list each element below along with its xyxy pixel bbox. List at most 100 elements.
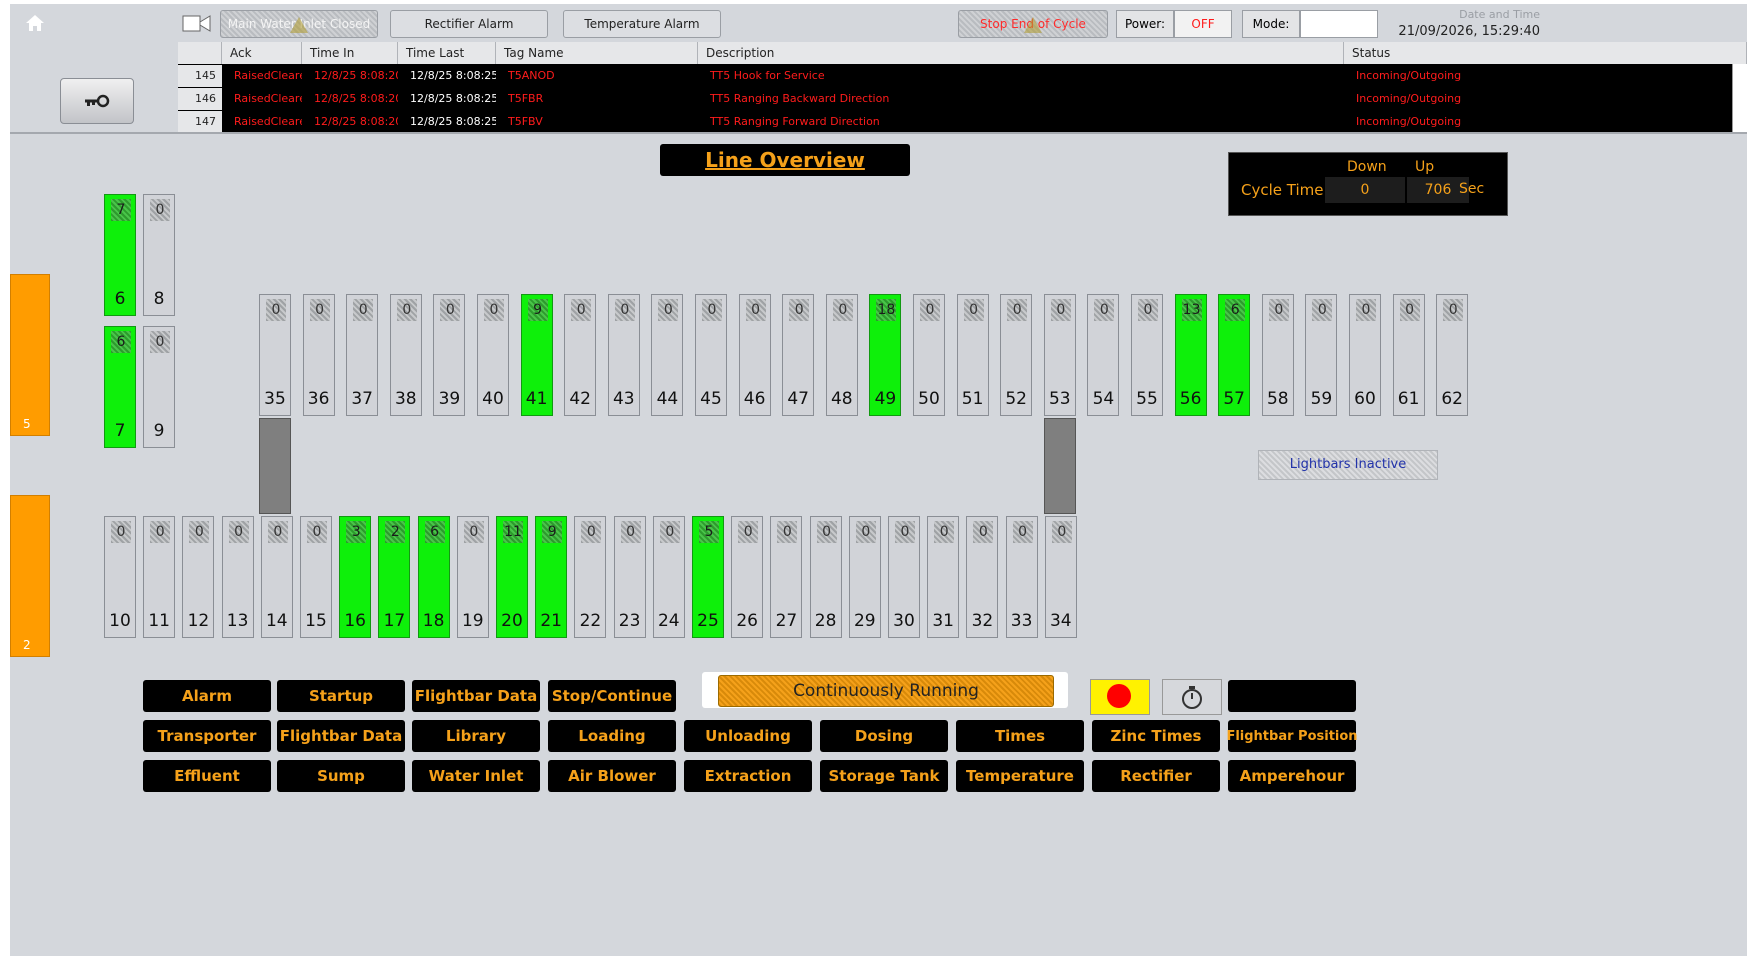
column-header-status[interactable]: Status [1344, 42, 1747, 64]
tank[interactable]: 0 28 [809, 516, 842, 638]
table-row[interactable]: 146 RaisedCleared 12/8/25 8:08:20 12/8/2… [178, 88, 1747, 110]
nav-button-times[interactable]: Times [956, 720, 1084, 752]
nav-button-effluent[interactable]: Effluent [143, 760, 271, 792]
tank[interactable]: 0 48 [825, 294, 858, 416]
alarm-table-scrollbar[interactable] [1732, 64, 1747, 134]
nav-button-zinc-times[interactable]: Zinc Times [1092, 720, 1220, 752]
tank[interactable]: 0 10 [104, 516, 136, 638]
temperature-alarm-button[interactable]: Temperature Alarm [563, 10, 721, 38]
nav-button-startup[interactable]: Startup [277, 680, 405, 712]
tank[interactable]: 18 49 [869, 294, 902, 416]
column-header-ack[interactable]: Ack [222, 42, 302, 64]
nav-button-transporter[interactable]: Transporter [143, 720, 271, 752]
nav-button-flightbar-data[interactable]: Flightbar Data [277, 720, 405, 752]
nav-button-rectifier[interactable]: Rectifier [1092, 760, 1220, 792]
tank[interactable]: 0 45 [695, 294, 727, 416]
tank[interactable]: 0 33 [1005, 516, 1038, 638]
tank[interactable]: 0 42 [564, 294, 597, 416]
tank[interactable]: 0 51 [956, 294, 989, 416]
tank[interactable]: 5 25 [692, 516, 724, 638]
tank[interactable]: 0 50 [913, 294, 945, 416]
tank[interactable]: 0 55 [1131, 294, 1163, 416]
tank[interactable]: 67 [104, 326, 136, 448]
nav-button-amperehour[interactable]: Amperehour [1228, 760, 1356, 792]
nav-button-temperature[interactable]: Temperature [956, 760, 1084, 792]
tank[interactable]: 0 52 [1000, 294, 1033, 416]
tank[interactable]: 0 36 [302, 294, 335, 416]
camera-icon[interactable] [182, 14, 212, 34]
tank[interactable]: 9 21 [535, 516, 568, 638]
nav-button-sump[interactable]: Sump [277, 760, 405, 792]
tank[interactable]: 0 60 [1349, 294, 1381, 416]
tank[interactable]: 0 27 [770, 516, 803, 638]
tank[interactable]: 0 47 [782, 294, 815, 416]
tank[interactable]: 0 30 [888, 516, 920, 638]
table-row[interactable]: 147 RaisedCleared 12/8/25 8:08:20 12/8/2… [178, 111, 1747, 133]
nav-button-dosing[interactable]: Dosing [820, 720, 948, 752]
tank[interactable]: 0 14 [260, 516, 293, 638]
tank[interactable]: 0 43 [607, 294, 640, 416]
tank[interactable]: 0 40 [477, 294, 509, 416]
tank[interactable]: 0 58 [1261, 294, 1294, 416]
tank[interactable]: 0 19 [456, 516, 489, 638]
tank[interactable]: 3 16 [339, 516, 372, 638]
side-tank-lower[interactable]: 2 [10, 495, 50, 657]
tank[interactable]: 0 11 [143, 516, 176, 638]
home-icon[interactable] [24, 12, 46, 34]
tank[interactable]: 9 41 [520, 294, 553, 416]
record-button[interactable] [1090, 679, 1150, 715]
tank[interactable]: 0 23 [613, 516, 646, 638]
nav-button-storage-tank[interactable]: Storage Tank [820, 760, 948, 792]
tank[interactable]: 0 38 [389, 294, 422, 416]
tank[interactable]: 13 56 [1174, 294, 1207, 416]
nav-button-air-blower[interactable]: Air Blower [548, 760, 676, 792]
column-header-description[interactable]: Description [698, 42, 1344, 64]
lightbars-status[interactable]: Lightbars Inactive [1258, 450, 1438, 480]
column-header-time-last[interactable]: Time Last [398, 42, 496, 64]
tank[interactable]: 0 37 [346, 294, 379, 416]
nav-button-loading[interactable]: Loading [548, 720, 676, 752]
tank[interactable]: 0 31 [927, 516, 960, 638]
tank[interactable]: 0 35 [259, 294, 291, 416]
tank[interactable]: 0 34 [1044, 516, 1077, 638]
nav-button-extraction[interactable]: Extraction [684, 760, 812, 792]
tank[interactable]: 11 20 [496, 516, 528, 638]
tank[interactable]: 0 53 [1043, 294, 1076, 416]
tank[interactable]: 0 29 [848, 516, 881, 638]
nav-button-unloading[interactable]: Unloading [684, 720, 812, 752]
nav-button-alarm[interactable]: Alarm [143, 680, 271, 712]
tank[interactable]: 0 12 [182, 516, 215, 638]
tank[interactable]: 0 32 [966, 516, 999, 638]
tank[interactable]: 6 57 [1218, 294, 1251, 416]
tank[interactable]: 2 17 [378, 516, 411, 638]
column-header-time-in[interactable]: Time In [302, 42, 398, 64]
login-button[interactable] [60, 78, 134, 124]
side-tank-upper[interactable]: 5 [10, 274, 50, 436]
tank[interactable]: 0 62 [1436, 294, 1469, 416]
timer-button[interactable] [1162, 679, 1222, 715]
tank[interactable]: 08 [143, 194, 175, 316]
tank[interactable]: 0 26 [731, 516, 764, 638]
nav-button-water-inlet[interactable]: Water Inlet [412, 760, 540, 792]
tank[interactable]: 0 54 [1087, 294, 1120, 416]
nav-button-stop-continue[interactable]: Stop/Continue [548, 680, 676, 712]
tank[interactable]: 0 24 [652, 516, 685, 638]
nav-button-flightbar-position[interactable]: Flightbar Position [1226, 720, 1358, 752]
nav-button-flightbar-data[interactable]: Flightbar Data [412, 680, 540, 712]
tank[interactable]: 0 61 [1392, 294, 1425, 416]
blank-nav-button[interactable] [1228, 680, 1356, 712]
tank[interactable]: 0 44 [651, 294, 684, 416]
tank[interactable]: 6 18 [417, 516, 450, 638]
tank[interactable]: 0 46 [738, 294, 771, 416]
tank[interactable]: 0 39 [433, 294, 466, 416]
tank[interactable]: 76 [104, 194, 136, 316]
tank[interactable]: 0 15 [300, 516, 332, 638]
column-header-tag-name[interactable]: Tag Name [496, 42, 698, 64]
table-row[interactable]: 145 RaisedCleared 12/8/25 8:08:20 12/8/2… [178, 65, 1747, 87]
tank[interactable]: 0 13 [221, 516, 254, 638]
tank[interactable]: 0 59 [1305, 294, 1338, 416]
nav-button-library[interactable]: Library [412, 720, 540, 752]
tank[interactable]: 0 22 [574, 516, 607, 638]
tank[interactable]: 09 [143, 326, 175, 448]
rectifier-alarm-button[interactable]: Rectifier Alarm [390, 10, 548, 38]
